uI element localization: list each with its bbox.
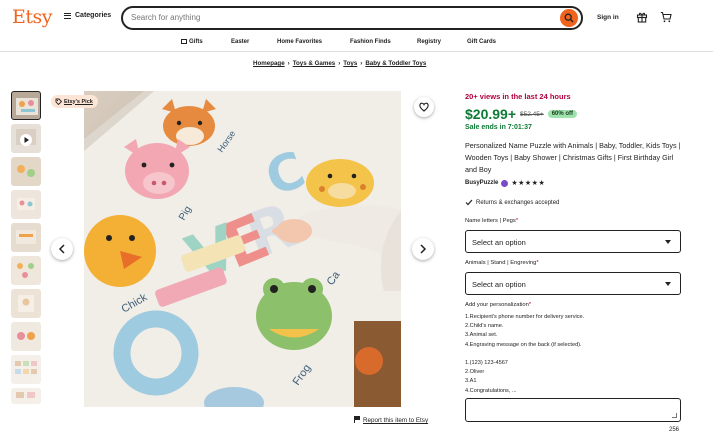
thumbnail-image [18, 295, 34, 312]
character-count: 256 [669, 427, 680, 433]
thumbnail-image [16, 230, 36, 244]
sign-in-link[interactable]: Sign in [597, 14, 619, 21]
caret-down-icon [665, 240, 671, 244]
breadcrumb: Homepage › Toys & Games › Toys › Baby & Toddle… [253, 60, 426, 67]
option-select-animals[interactable]: Select an option [465, 272, 681, 295]
thumbnail-9[interactable] [11, 355, 41, 384]
previous-image-button[interactable] [51, 238, 73, 260]
category-nav: Gifts Easter Home Favorites Fashion Find… [0, 36, 713, 52]
thumbnail-1[interactable] [11, 91, 41, 120]
personalization-instructions: 1.Recipient's phone number for delivery … [465, 314, 585, 394]
product-image[interactable]: Horse Pig Chick R E V C Frog Ca [84, 91, 401, 407]
breadcrumb-separator: › [360, 60, 363, 67]
next-image-button[interactable] [412, 238, 434, 260]
option-label-text: Name letters | Pegs [465, 218, 516, 224]
option-label-text: Animals | Stand | Engreving [465, 260, 537, 266]
nav-item-fashion-finds[interactable]: Fashion Finds [350, 39, 391, 45]
required-marker: * [528, 302, 532, 308]
nav-item-home-favorites[interactable]: Home Favorites [277, 39, 322, 45]
site-header: Etsy Categories Sign in [0, 0, 713, 34]
categories-label: Categories [75, 12, 112, 19]
report-item-link[interactable]: Report this item to Etsy [354, 416, 428, 424]
price-row: $20.99+ $52.45+ 60% off [465, 106, 578, 122]
thumbnail-6[interactable] [11, 256, 41, 285]
chevron-right-icon [420, 244, 427, 254]
thumbnail-10[interactable] [11, 388, 41, 404]
product-photo: Horse Pig Chick R E V C Frog Ca [84, 91, 401, 407]
star-seller-icon [501, 179, 509, 187]
option-label-animals: Animals | Stand | Engreving* [465, 260, 539, 266]
discount-badge: 60% off [547, 110, 578, 118]
breadcrumb-toys-games[interactable]: Toys & Games [293, 60, 336, 67]
nav-item-gift-cards[interactable]: Gift Cards [467, 39, 496, 45]
thumbnail-image [16, 98, 38, 115]
option-select-name-letters[interactable]: Select an option [465, 230, 681, 253]
shop-info: BusyPuzzle ★★★★★ [465, 179, 545, 187]
menu-icon [64, 12, 71, 19]
gift-icon[interactable] [636, 11, 648, 23]
required-marker: * [536, 260, 539, 266]
thumbnail-image [15, 361, 37, 374]
returns-label: Returns & exchanges accepted [476, 199, 560, 206]
etsys-pick-badge[interactable]: Etsy's Pick [51, 95, 98, 108]
views-notice: 20+ views in the last 24 hours [465, 92, 571, 101]
cart-icon[interactable] [660, 11, 672, 23]
nav-item-registry[interactable]: Registry [417, 39, 441, 45]
search-button[interactable] [560, 9, 578, 27]
nav-item-easter[interactable]: Easter [231, 39, 249, 45]
search-input[interactable] [131, 13, 551, 22]
gift-icon [181, 39, 187, 44]
select-value: Select an option [472, 238, 526, 247]
breadcrumb-homepage[interactable]: Homepage [253, 60, 285, 67]
report-label: Report this item to Etsy [363, 417, 429, 424]
personalization-label-text: Add your personalization [465, 302, 529, 308]
breadcrumb-toys[interactable]: Toys [343, 60, 357, 67]
original-price: $52.45+ [520, 110, 544, 118]
thumbnail-7[interactable] [11, 289, 41, 318]
thumbnail-3[interactable] [11, 157, 41, 186]
chevron-left-icon [58, 244, 65, 254]
price: $20.99+ [465, 106, 516, 122]
breadcrumb-baby-toddler-toys[interactable]: Baby & Toddler Toys [365, 60, 426, 67]
shop-name[interactable]: BusyPuzzle [465, 180, 498, 186]
thumbnail-image [17, 165, 35, 177]
personalization-textarea[interactable] [465, 398, 681, 422]
listing-title: Personalized Name Puzzle with Animals | … [465, 141, 681, 174]
thumbnail-4[interactable] [11, 190, 41, 219]
breadcrumb-separator: › [287, 60, 290, 67]
etsy-logo[interactable]: Etsy [12, 6, 53, 28]
rating-stars[interactable]: ★★★★★ [511, 179, 545, 187]
badge-label: Etsy's Pick [64, 98, 93, 105]
required-marker: * [515, 218, 519, 224]
thumbnail-image [17, 332, 35, 340]
search-icon [564, 13, 574, 23]
tag-icon [55, 98, 62, 105]
play-icon [16, 129, 36, 146]
resize-handle[interactable] [672, 413, 677, 418]
nav-item-gifts[interactable]: Gifts [181, 39, 203, 45]
breadcrumb-separator: › [338, 60, 341, 67]
thumbnail-8[interactable] [11, 322, 41, 351]
thumbnail-5[interactable] [11, 223, 41, 252]
thumbnail-image [17, 198, 35, 210]
caret-down-icon [665, 282, 671, 286]
heart-icon [419, 102, 429, 112]
check-icon [465, 199, 473, 206]
thumbnail-image [17, 263, 34, 278]
option-label-name-letters: Name letters | Pegs* [465, 218, 518, 224]
thumbnail-image [16, 392, 35, 398]
personalization-label: Add your personalization* [465, 302, 531, 308]
sale-countdown: Sale ends in 7:01:37 [465, 124, 532, 131]
categories-button[interactable]: Categories [64, 12, 111, 19]
search-bar [121, 6, 583, 30]
favorite-button[interactable] [414, 97, 434, 117]
flag-icon [354, 416, 360, 423]
thumbnail-video[interactable] [11, 124, 41, 153]
select-value: Select an option [472, 280, 526, 289]
returns-policy: Returns & exchanges accepted [465, 199, 559, 206]
